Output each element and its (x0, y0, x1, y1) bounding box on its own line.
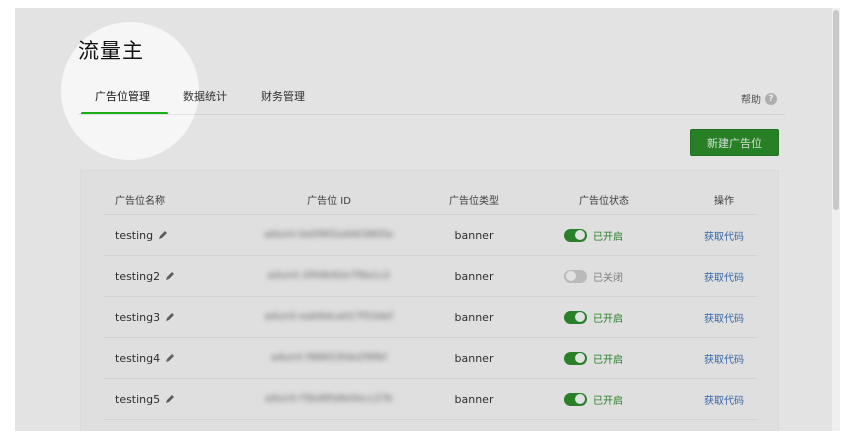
status-text: 已开启 (593, 231, 623, 243)
pencil-icon[interactable] (165, 394, 175, 404)
new-ad-slot-button[interactable]: 新建广告位 (690, 129, 779, 156)
row-id: adunit-f3bd8fa8e0ecc27b (265, 394, 393, 404)
row-name: testing5 (115, 392, 161, 406)
question-icon: ? (765, 92, 777, 105)
get-code-link[interactable]: 获取代码 (704, 351, 744, 366)
table-row: testing5 adunit-f3bd8fa8e0ecc27b banner … (104, 379, 757, 420)
pencil-icon[interactable] (165, 353, 175, 363)
tab-data-statistics[interactable]: 数据统计 (183, 88, 227, 104)
app-title: 流量主 (78, 39, 144, 63)
status-text: 已开启 (593, 395, 623, 407)
get-code-link[interactable]: 获取代码 (704, 228, 744, 243)
scrollbar-thumb[interactable] (833, 10, 839, 210)
row-name: testing4 (115, 351, 161, 365)
header-status: 广告位状态 (579, 196, 629, 207)
help-link[interactable]: 帮助 ? (741, 91, 777, 106)
row-type: banner (454, 351, 494, 365)
header-name: 广告位名称 (115, 196, 165, 207)
table-header-row: 广告位名称 广告位 ID 广告位类型 广告位状态 操作 (104, 185, 757, 215)
status-toggle[interactable] (564, 351, 587, 365)
help-label: 帮助 (741, 95, 761, 106)
row-id: adunit-2f04b92e7f8a1c2 (267, 271, 391, 281)
table-row: testing4 adunit-f88653fde2f9fbf banner 已… (104, 338, 757, 379)
row-name: testing2 (115, 269, 161, 283)
status-text: 已开启 (593, 354, 623, 366)
table-row: testing2 adunit-2f04b92e7f8a1c2 banner 已… (104, 256, 757, 297)
row-id: adunit-eab9dca017f53def (264, 312, 394, 322)
get-code-link[interactable]: 获取代码 (704, 310, 744, 325)
vertical-scrollbar[interactable] (832, 8, 840, 431)
pencil-icon[interactable] (165, 312, 175, 322)
header-type: 广告位类型 (449, 196, 499, 207)
table-row: testing adunit-be0f6f2a4403805e banner 已… (104, 215, 757, 256)
row-name: testing3 (115, 310, 161, 324)
status-toggle[interactable] (564, 228, 587, 242)
pencil-icon[interactable] (158, 230, 168, 240)
tab-finance-management[interactable]: 财务管理 (261, 88, 305, 104)
status-toggle[interactable] (564, 269, 587, 283)
tabs-divider (78, 114, 785, 115)
status-text: 已开启 (593, 313, 623, 325)
row-name: testing (115, 228, 154, 242)
row-type: banner (454, 228, 494, 242)
get-code-link[interactable]: 获取代码 (704, 392, 744, 407)
header-actions: 操作 (714, 196, 734, 207)
row-type: banner (454, 310, 494, 324)
row-id: adunit-f88653fde2f9fbf (271, 353, 387, 363)
row-type: banner (454, 269, 494, 283)
row-type: banner (454, 392, 494, 406)
page: 流量主 广告位管理 数据统计 财务管理 帮助 ? 新建广告位 广告位名称 广告位… (15, 8, 840, 431)
status-text: 已关闭 (593, 272, 623, 284)
row-id: adunit-be0f6f2a4403805e (264, 230, 394, 240)
status-toggle[interactable] (564, 310, 587, 324)
status-toggle[interactable] (564, 392, 587, 406)
get-code-link[interactable]: 获取代码 (704, 269, 744, 284)
pencil-icon[interactable] (165, 271, 175, 281)
header-id: 广告位 ID (307, 196, 351, 207)
tab-ad-slot-management[interactable]: 广告位管理 (95, 88, 150, 104)
table-row: testing3 adunit-eab9dca017f53def banner … (104, 297, 757, 338)
ad-slot-table-panel: 广告位名称 广告位 ID 广告位类型 广告位状态 操作 testing adun… (80, 170, 779, 431)
